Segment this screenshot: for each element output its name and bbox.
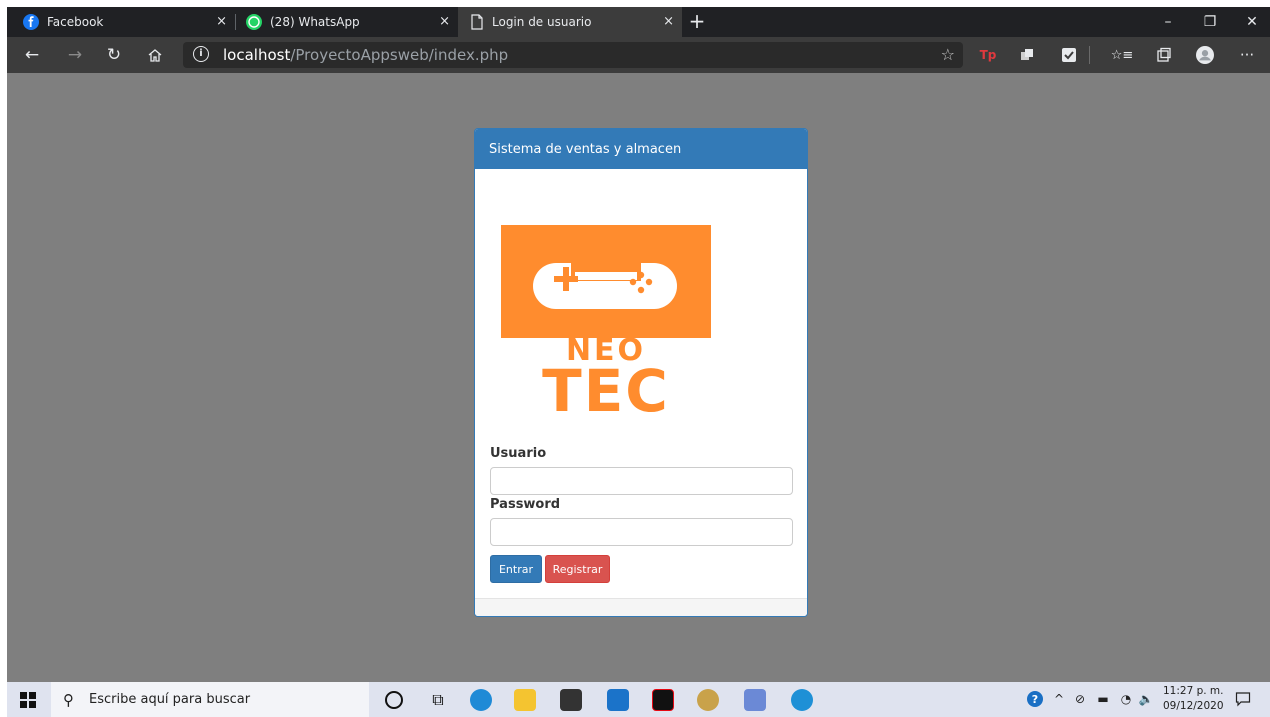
wifi-icon[interactable]: ◔ [1117,690,1135,708]
home-icon [148,49,162,62]
clock-time: 11:27 p. m. [1163,685,1224,697]
facebook-icon [23,14,39,30]
arrow-left-icon: ← [24,45,40,65]
browser-window: Facebook × (28) WhatsApp × Login de usua… [7,7,1270,717]
panel-heading: Sistema de ventas y almacen [475,129,807,169]
home-button[interactable] [142,43,168,67]
whatsapp-icon [246,14,262,30]
battery-icon[interactable]: ▬ [1094,690,1112,708]
favorite-star-icon[interactable]: ☆ [941,45,955,64]
browser-app-icon[interactable] [791,689,813,711]
refresh-button[interactable]: ↻ [101,43,127,67]
notifications-icon[interactable] [1233,690,1253,708]
restore-button[interactable]: ❐ [1190,7,1230,37]
edge-icon[interactable] [470,689,492,711]
search-placeholder: Escribe aquí para buscar [89,692,251,707]
refresh-icon: ↻ [106,45,122,65]
neotec-logo: NEO TEC [501,225,711,413]
windows-start-icon[interactable] [19,691,37,709]
tp-extension-icon[interactable]: Tp [979,46,997,64]
url-host: localhost [223,46,291,64]
toolbar-divider [1089,46,1090,64]
favorites-icon[interactable]: ☆≡ [1111,46,1134,64]
tab-whatsapp[interactable]: (28) WhatsApp × [236,7,458,37]
tab-facebook-label: Facebook [47,15,104,29]
more-menu-icon[interactable]: ··· [1238,46,1256,64]
tab-whatsapp-label: (28) WhatsApp [270,15,360,29]
forward-button[interactable]: → [62,43,88,67]
password-input[interactable] [490,518,793,546]
tab-strip: Facebook × (28) WhatsApp × Login de usua… [7,7,1270,37]
back-button[interactable]: ← [19,43,45,67]
task-view-icon[interactable]: ⧉ [427,689,449,711]
tab-facebook[interactable]: Facebook × [7,7,235,37]
file-explorer-icon[interactable] [514,689,536,711]
game-app-icon[interactable] [697,689,719,711]
svg-text:?: ? [1032,693,1038,706]
windows-taskbar: ⚲ Escribe aquí para buscar ⧉ ? ^ ⊘ ▬ ◔ 🔈… [7,682,1270,717]
snip-app-icon[interactable] [744,689,766,711]
panel-footer [475,598,807,616]
logo-text-bottom: TEC [542,357,670,413]
collections-icon[interactable] [1155,46,1173,64]
username-input[interactable] [490,467,793,495]
close-tab-icon[interactable]: × [663,14,674,29]
extension-icon[interactable] [1018,46,1036,64]
taskbar-clock[interactable]: 11:27 p. m. 09/12/2020 [1163,684,1224,714]
url-text: localhost/ProyectoAppsweb/index.php [223,46,508,64]
profile-avatar[interactable] [1196,46,1214,64]
submit-button[interactable]: Entrar [490,555,542,583]
info-icon[interactable]: i [193,46,209,62]
close-window-button[interactable]: ✕ [1232,7,1270,37]
taskbar-search[interactable]: ⚲ Escribe aquí para buscar [51,682,369,717]
page-icon [471,14,483,30]
close-tab-icon[interactable]: × [216,14,227,29]
arrow-right-icon: → [67,45,83,65]
new-tab-button[interactable]: + [686,10,708,32]
help-icon[interactable]: ? [1025,690,1045,708]
address-bar[interactable]: i localhost/ProyectoAppsweb/index.php ☆ [183,42,963,68]
cortana-icon[interactable] [385,691,403,709]
username-label: Usuario [490,446,547,461]
register-button[interactable]: Registrar [545,555,610,583]
minimize-button[interactable]: – [1148,7,1188,37]
tab-login-label: Login de usuario [492,15,592,29]
netflix-icon[interactable] [652,689,674,711]
password-label: Password [490,497,561,512]
tab-login[interactable]: Login de usuario × [458,7,682,37]
close-tab-icon[interactable]: × [439,14,450,29]
volume-icon[interactable]: 🔈 [1137,690,1155,708]
store-icon[interactable] [560,689,582,711]
url-path: /ProyectoAppsweb/index.php [290,46,509,64]
clock-date: 09/12/2020 [1163,700,1224,712]
login-panel: Sistema de ventas y almacen NEO TEC Usua… [474,128,808,617]
show-hidden-icons-chevron-icon[interactable]: ^ [1051,690,1067,708]
mail-icon[interactable] [607,689,629,711]
network-off-icon[interactable]: ⊘ [1071,690,1089,708]
browser-toolbar: ← → ↻ i localhost/ProyectoAppsweb/index.… [7,37,1270,73]
search-icon: ⚲ [63,691,74,709]
shield-extension-icon[interactable] [1060,46,1078,64]
